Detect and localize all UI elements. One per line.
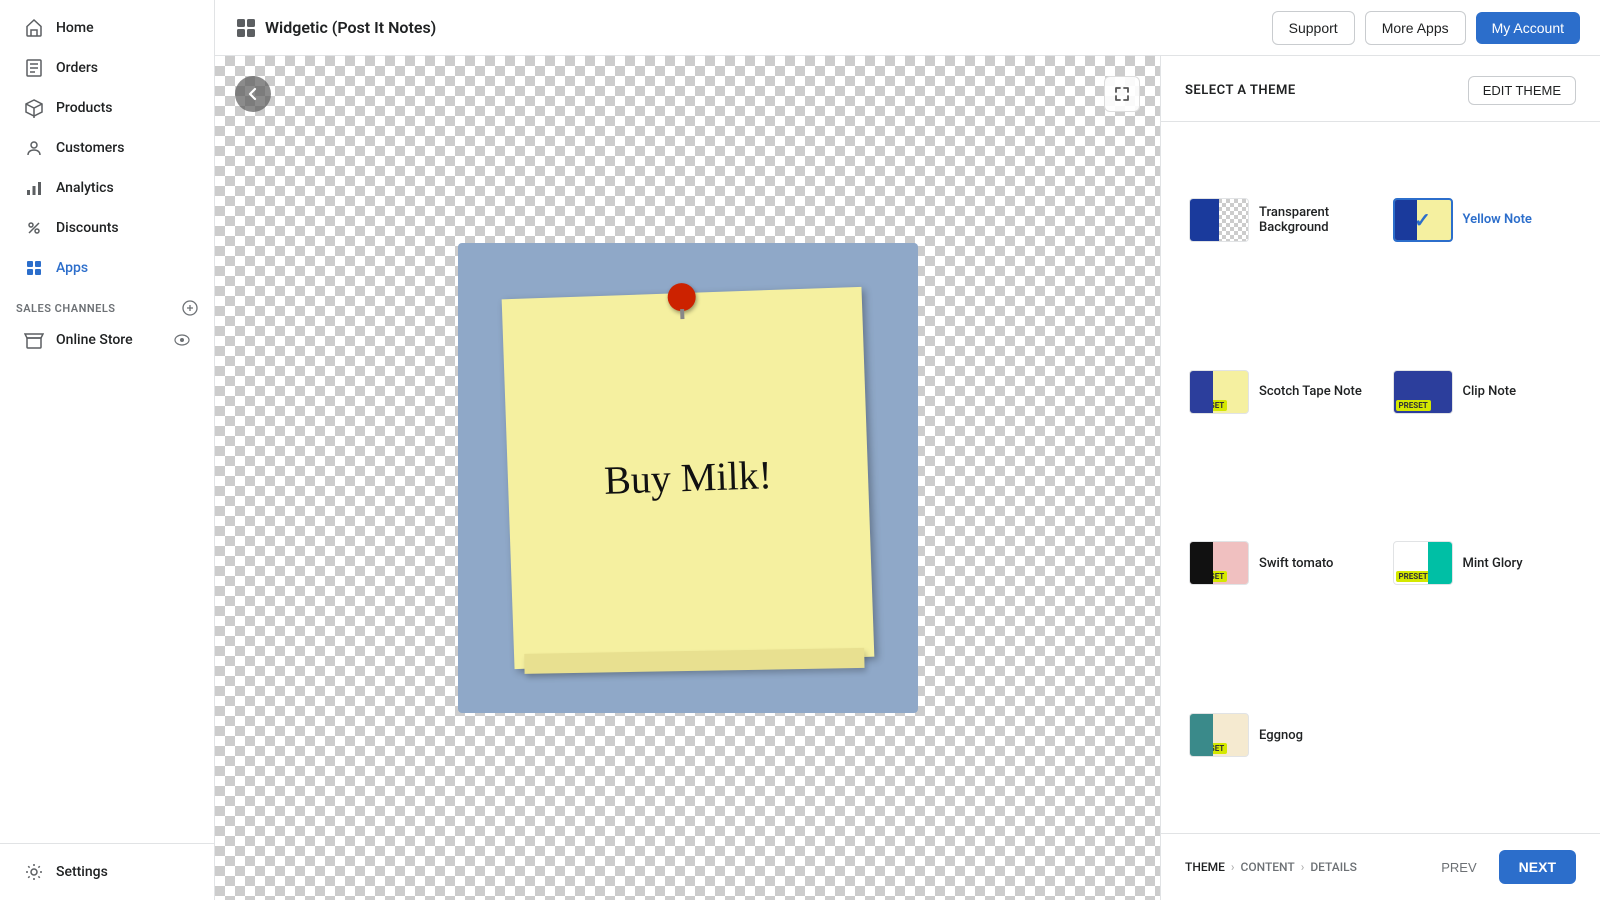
prev-button[interactable]: PREV [1429, 852, 1488, 883]
sidebar-item-orders-label: Orders [56, 60, 98, 76]
sidebar-item-orders[interactable]: Orders [8, 48, 206, 88]
theme-label-mint: Mint Glory [1463, 556, 1523, 571]
sidebar-item-home-label: Home [56, 20, 94, 36]
panel-footer: THEME › CONTENT › DETAILS PREV NEXT [1161, 833, 1600, 900]
panel-header: SELECT A THEME EDIT THEME [1161, 56, 1600, 122]
sidebar-item-online-store[interactable]: Online Store [8, 320, 206, 360]
preset-badge-scotch: PRESET [1192, 400, 1227, 411]
preview-area: Buy Milk! [215, 56, 1160, 900]
main: Widgetic (Post It Notes) Support More Ap… [215, 0, 1600, 900]
preset-badge-swift: PRESET [1192, 571, 1227, 582]
sticky-note: Buy Milk! [501, 287, 874, 669]
sidebar-item-discounts[interactable]: Discounts [8, 208, 206, 248]
theme-swift-tomato[interactable]: PRESET Swift tomato [1185, 486, 1373, 642]
content: Buy Milk! SELECT A THEME EDIT THEME Tran… [215, 56, 1600, 900]
breadcrumb: THEME › CONTENT › DETAILS [1185, 860, 1357, 874]
push-pin [667, 283, 696, 312]
my-account-button[interactable]: My Account [1476, 12, 1580, 44]
theme-scotch-tape-note[interactable]: PRESET Scotch Tape Note [1185, 314, 1373, 470]
more-apps-button[interactable]: More Apps [1365, 11, 1466, 45]
breadcrumb-content: CONTENT [1241, 860, 1295, 874]
theme-label-transparent: Transparent Background [1259, 205, 1369, 235]
theme-swatch-swift: PRESET [1189, 541, 1249, 585]
analytics-icon [24, 178, 44, 198]
theme-swatch-scotch: PRESET [1189, 370, 1249, 414]
preset-badge-mint: PRESET [1396, 571, 1431, 582]
online-store-eye-icon [174, 332, 190, 348]
note-text: Buy Milk! [603, 449, 773, 507]
post-it-preview: Buy Milk! [458, 243, 918, 713]
sidebar-item-discounts-label: Discounts [56, 220, 119, 236]
sidebar-item-analytics[interactable]: Analytics [8, 168, 206, 208]
sidebar-item-products-label: Products [56, 100, 113, 116]
edit-theme-button[interactable]: EDIT THEME [1468, 76, 1576, 105]
back-button[interactable] [235, 76, 271, 112]
theme-check-yellow: ✓ [1414, 208, 1431, 232]
sidebar-item-home[interactable]: Home [8, 8, 206, 48]
themes-grid: Transparent Background ✓ Yellow Note PRE… [1161, 122, 1600, 833]
theme-clip-note[interactable]: PRESET Clip Note [1389, 314, 1577, 470]
theme-label-scotch: Scotch Tape Note [1259, 384, 1362, 399]
home-icon [24, 18, 44, 38]
apps-icon [24, 258, 44, 278]
theme-swatch-transparent [1189, 198, 1249, 242]
theme-mint-glory[interactable]: PRESET Mint Glory [1389, 486, 1577, 642]
theme-transparent-background[interactable]: Transparent Background [1185, 142, 1373, 298]
sidebar-item-products[interactable]: Products [8, 88, 206, 128]
theme-label-swift: Swift tomato [1259, 556, 1333, 571]
sidebar-item-customers[interactable]: Customers [8, 128, 206, 168]
widgetic-icon [235, 17, 257, 39]
support-button[interactable]: Support [1272, 11, 1355, 45]
preset-badge-eggnog: PRESET [1192, 743, 1227, 754]
footer-actions: PREV NEXT [1429, 850, 1576, 884]
app-title: Widgetic (Post It Notes) [235, 17, 436, 39]
expand-button[interactable] [1104, 76, 1140, 112]
blue-board: Buy Milk! [458, 243, 918, 713]
theme-yellow-note[interactable]: ✓ Yellow Note [1389, 142, 1577, 298]
sales-channels-label: SALES CHANNELS [0, 288, 214, 320]
next-button[interactable]: NEXT [1499, 850, 1576, 884]
sidebar-item-settings-label: Settings [56, 864, 108, 880]
select-theme-heading: SELECT A THEME [1185, 83, 1296, 98]
customers-icon [24, 138, 44, 158]
sidebar-item-analytics-label: Analytics [56, 180, 114, 196]
products-icon [24, 98, 44, 118]
theme-eggnog[interactable]: PRESET Eggnog [1185, 657, 1373, 813]
sidebar-item-apps-label: Apps [56, 260, 88, 276]
theme-swatch-clip: PRESET [1393, 370, 1453, 414]
topbar: Widgetic (Post It Notes) Support More Ap… [215, 0, 1600, 56]
preset-badge-clip: PRESET [1396, 400, 1431, 411]
breadcrumb-details: DETAILS [1310, 860, 1357, 874]
breadcrumb-theme: THEME [1185, 860, 1225, 874]
theme-swatch-eggnog: PRESET [1189, 713, 1249, 757]
sidebar-item-settings[interactable]: Settings [8, 852, 206, 892]
sidebar-nav: Home Orders Products Customers Analytics [0, 0, 214, 430]
discounts-icon [24, 218, 44, 238]
theme-swatch-mint: PRESET [1393, 541, 1453, 585]
sidebar: Home Orders Products Customers Analytics [0, 0, 215, 900]
sidebar-item-apps[interactable]: Apps [8, 248, 206, 288]
orders-icon [24, 58, 44, 78]
sidebar-item-customers-label: Customers [56, 140, 124, 156]
store-icon [24, 330, 44, 350]
right-panel: SELECT A THEME EDIT THEME Transparent Ba… [1160, 56, 1600, 900]
theme-label-yellow: Yellow Note [1463, 212, 1532, 227]
add-sales-channel-icon[interactable] [182, 300, 198, 316]
theme-swatch-yellow: ✓ [1393, 198, 1453, 242]
theme-label-eggnog: Eggnog [1259, 728, 1303, 743]
sidebar-item-online-store-label: Online Store [56, 332, 133, 348]
theme-label-clip: Clip Note [1463, 384, 1517, 399]
topbar-actions: Support More Apps My Account [1272, 11, 1580, 45]
settings-icon [24, 862, 44, 882]
